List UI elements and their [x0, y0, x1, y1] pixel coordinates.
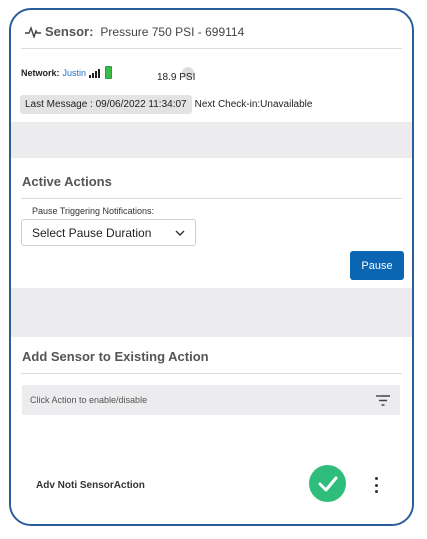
battery-icon: [105, 66, 113, 79]
active-actions-panel: Active Actions Pause Triggering Notifica…: [11, 158, 412, 288]
sensor-title: Sensor: Pressure 750 PSI - 699114: [25, 24, 244, 39]
pause-button[interactable]: Pause: [350, 251, 404, 280]
divider: [21, 373, 402, 374]
divider: [21, 198, 402, 199]
pause-duration-select[interactable]: Select Pause Duration: [21, 219, 196, 246]
device-frame: Sensor: Pressure 750 PSI - 699114 Networ…: [9, 8, 414, 526]
last-message: Last Message : 09/06/2022 11:34:07: [20, 95, 192, 114]
filter-icon[interactable]: [376, 394, 390, 406]
sensor-panel: Sensor: Pressure 750 PSI - 699114 Networ…: [11, 10, 412, 122]
action-enabled-toggle[interactable]: [309, 465, 346, 502]
network-label: Network:: [21, 68, 60, 78]
network-row: Network: Justin: [21, 65, 113, 79]
checkmark-icon: [318, 476, 337, 491]
network-link[interactable]: Justin: [63, 68, 87, 78]
signal-strength-icon: [89, 69, 101, 78]
action-name: Adv Noti SensorAction: [36, 480, 145, 491]
next-checkin: Next Check-in:Unavailable: [194, 99, 313, 110]
message-row: Last Message : 09/06/2022 11:34:07 Next …: [20, 95, 312, 114]
action-filter-bar[interactable]: Click Action to enable/disable: [22, 385, 400, 415]
filter-placeholder: Click Action to enable/disable: [30, 395, 148, 405]
active-actions-title: Active Actions: [22, 174, 112, 189]
pause-duration-value: Select Pause Duration: [32, 225, 152, 240]
sensor-label: Sensor:: [45, 24, 94, 39]
sensor-name: Pressure 750 PSI - 699114: [100, 24, 245, 39]
divider: [21, 48, 402, 49]
pause-label: Pause Triggering Notifications:: [32, 206, 155, 216]
sensor-reading: 18.9 PSI: [157, 72, 196, 83]
more-options-icon[interactable]: [371, 477, 381, 493]
add-sensor-title: Add Sensor to Existing Action: [22, 349, 209, 364]
add-sensor-panel: Add Sensor to Existing Action Click Acti…: [11, 337, 412, 524]
chevron-down-icon: [175, 230, 185, 236]
pulse-icon: [25, 25, 41, 38]
